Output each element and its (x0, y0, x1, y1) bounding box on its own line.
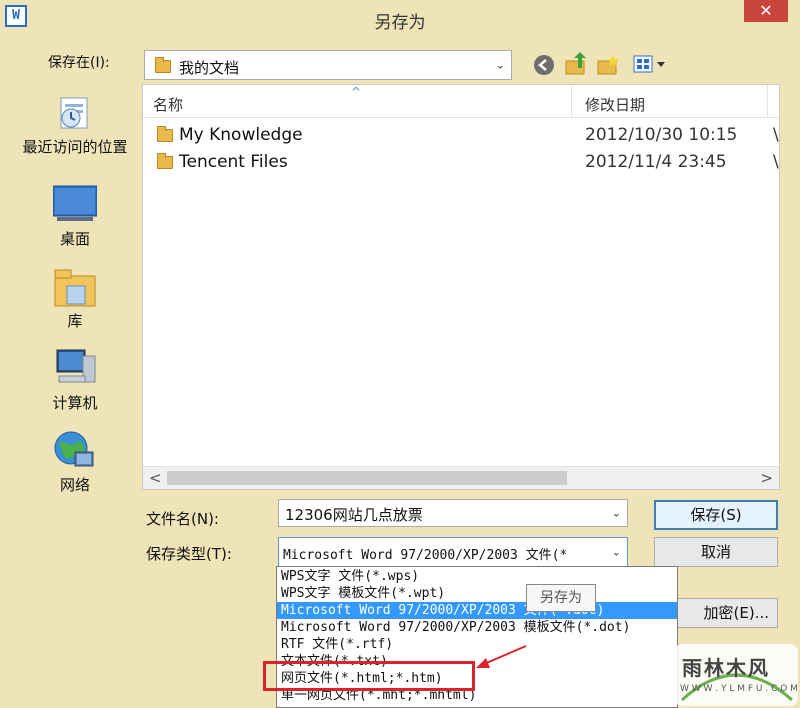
filename-value: 12306网站几点放票 (285, 506, 423, 524)
close-button[interactable]: ✕ (744, 0, 788, 22)
up-folder-button[interactable] (564, 52, 588, 76)
filetype-option-selected[interactable]: Microsoft Word 97/2000/XP/2003 文件(*.doc) (277, 602, 677, 619)
place-recent[interactable]: 最近访问的位置 (6, 92, 144, 157)
chevron-down-icon[interactable]: ⌄ (612, 507, 621, 520)
horizontal-scrollbar[interactable]: < > (143, 466, 779, 489)
file-date: 2012/11/4 23:45 (585, 152, 727, 172)
watermark-url: W W W . Y L M F U . C O M (680, 684, 798, 694)
column-divider[interactable] (767, 85, 768, 117)
column-header-date[interactable]: 修改日期 (585, 94, 645, 115)
folder-icon (155, 57, 171, 73)
filetype-label: 保存类型(T): (146, 545, 232, 563)
file-name: My Knowledge (179, 125, 303, 145)
column-divider[interactable] (571, 85, 572, 117)
filetype-select[interactable]: Microsoft Word 97/2000/XP/2003 文件(* ⌄ (278, 537, 628, 567)
column-header-name[interactable]: 名称 (153, 94, 183, 115)
recent-places-icon (53, 92, 97, 132)
chevron-down-icon[interactable]: ⌄ (612, 546, 621, 559)
watermark-brand: 雨林木风 (682, 656, 770, 680)
scrollbar-thumb[interactable] (167, 471, 567, 485)
save-as-dialog: W 另存为 ✕ 保存在(I): 我的文档 ⌄ 最近访问的位置 桌面 库 计算机 … (0, 0, 800, 708)
tooltip: 另存为 (526, 584, 596, 612)
sort-ascending-icon: ^ (351, 85, 362, 99)
filename-label: 文件名(N): (146, 510, 219, 528)
filetype-option[interactable]: WPS文字 模板文件(*.wpt) (277, 585, 677, 602)
folder-icon (157, 125, 173, 142)
new-folder-button[interactable] (596, 52, 620, 76)
place-network-label: 网络 (59, 476, 90, 494)
cancel-button[interactable]: 取消 (654, 537, 778, 567)
chevron-down-icon: ⌄ (495, 58, 505, 72)
libraries-icon (53, 266, 97, 307)
place-libraries[interactable]: 库 (6, 266, 144, 331)
filetype-value: Microsoft Word 97/2000/XP/2003 文件(* (283, 548, 568, 563)
place-computer[interactable]: 计算机 (6, 348, 144, 413)
column-header-row: 名称 ^ 修改日期 (143, 85, 779, 118)
save-in-label: 保存在(I): (48, 55, 110, 71)
place-computer-label: 计算机 (52, 394, 98, 412)
save-in-combo[interactable]: 我的文档 ⌄ (144, 50, 512, 80)
file-extra: \ (773, 125, 779, 145)
filename-input[interactable]: 12306网站几点放票 ⌄ (278, 499, 628, 527)
back-icon (534, 55, 554, 75)
dialog-title: 另存为 (374, 13, 426, 33)
filetype-option[interactable]: Microsoft Word 97/2000/XP/2003 模板文件(*.do… (277, 619, 677, 636)
desktop-icon (52, 184, 98, 224)
file-name: Tencent Files (179, 152, 288, 172)
scroll-right-button[interactable]: > (760, 469, 773, 487)
computer-icon (53, 348, 97, 388)
scroll-left-button[interactable]: < (149, 469, 162, 487)
filetype-option[interactable]: WPS文字 文件(*.wps) (277, 568, 677, 585)
new-folder-icon (597, 55, 619, 75)
views-menu-button[interactable] (630, 52, 670, 76)
place-recent-label: 最近访问的位置 (22, 138, 128, 156)
views-menu-icon (633, 55, 665, 73)
place-network[interactable]: 网络 (6, 430, 144, 495)
list-item[interactable]: Tencent Files 2012/11/4 23:45 \ (143, 150, 779, 176)
place-libraries-label: 库 (67, 312, 83, 330)
title-bar: W 另存为 ✕ (0, 0, 800, 36)
up-folder-icon (565, 52, 586, 75)
list-item[interactable]: My Knowledge 2012/10/30 10:15 \ (143, 123, 779, 149)
watermark-logo: 雨林木风 W W W . Y L M F U . C O M (672, 640, 800, 708)
save-in-value: 我的文档 (179, 59, 240, 77)
network-icon (53, 430, 97, 470)
file-extra: \ (773, 152, 779, 172)
place-desktop[interactable]: 桌面 (6, 184, 144, 249)
file-list[interactable]: 名称 ^ 修改日期 My Knowledge 2012/10/30 10:15 … (142, 84, 780, 490)
places-bar: 最近访问的位置 桌面 库 计算机 网络 (6, 84, 144, 494)
back-button[interactable] (532, 53, 556, 77)
file-date: 2012/10/30 10:15 (585, 125, 738, 145)
annotation-arrow (476, 645, 527, 668)
save-button[interactable]: 保存(S) (654, 500, 778, 530)
highlight-box (263, 661, 475, 691)
place-desktop-label: 桌面 (59, 230, 90, 248)
folder-icon (157, 152, 173, 169)
